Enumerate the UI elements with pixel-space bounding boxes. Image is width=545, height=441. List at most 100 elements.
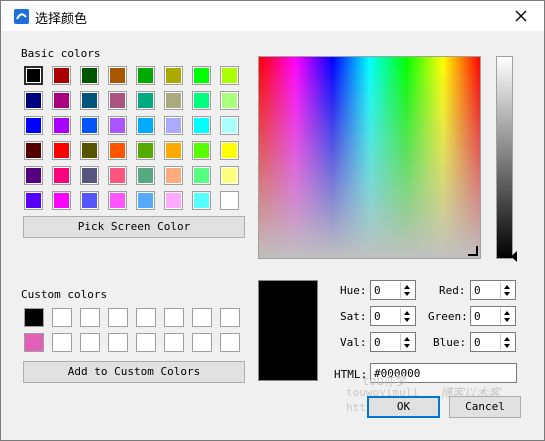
spin-up-icon[interactable] (404, 337, 410, 341)
basic-color-swatch[interactable] (192, 116, 211, 135)
green-label: Green: (428, 310, 468, 323)
basic-color-swatch[interactable] (24, 141, 43, 160)
basic-color-swatch[interactable] (108, 141, 127, 160)
custom-color-swatch[interactable] (108, 308, 128, 327)
basic-color-swatch[interactable] (108, 191, 127, 210)
hue-saturation-picker[interactable] (258, 56, 481, 259)
cancel-button[interactable]: Cancel (449, 396, 521, 418)
crosshair-icon[interactable] (466, 244, 480, 258)
slider-arrow-icon[interactable] (510, 251, 518, 262)
basic-color-swatch[interactable] (192, 91, 211, 110)
red-label: Red: (439, 284, 466, 297)
custom-color-swatch[interactable] (52, 333, 72, 352)
basic-color-swatch[interactable] (164, 191, 183, 210)
basic-color-swatch[interactable] (52, 66, 71, 85)
basic-color-swatch[interactable] (80, 141, 99, 160)
basic-color-swatch[interactable] (24, 116, 43, 135)
basic-color-swatch[interactable] (192, 141, 211, 160)
basic-color-swatch[interactable] (220, 166, 239, 185)
basic-color-swatch[interactable] (164, 166, 183, 185)
basic-color-swatch[interactable] (220, 191, 239, 210)
ok-button[interactable]: OK (367, 396, 440, 418)
pick-screen-color-button[interactable]: Pick Screen Color (23, 216, 245, 238)
basic-color-swatch[interactable] (80, 166, 99, 185)
basic-color-swatch[interactable] (52, 191, 71, 210)
basic-color-swatch[interactable] (80, 66, 99, 85)
spin-down-icon[interactable] (504, 318, 510, 322)
basic-color-swatch[interactable] (136, 166, 155, 185)
basic-colors-label: Basic colors (21, 47, 101, 60)
custom-color-swatch[interactable] (108, 333, 128, 352)
spin-down-icon[interactable] (504, 292, 510, 296)
basic-color-swatch[interactable] (52, 166, 71, 185)
custom-color-swatch[interactable] (220, 308, 240, 327)
basic-color-swatch[interactable] (108, 116, 127, 135)
custom-color-swatch[interactable] (52, 308, 72, 327)
custom-color-swatch[interactable] (136, 308, 156, 327)
spin-up-icon[interactable] (404, 311, 410, 315)
val-spinbox[interactable]: 0 (370, 332, 416, 352)
basic-color-swatch[interactable] (192, 66, 211, 85)
basic-color-swatch[interactable] (192, 191, 211, 210)
basic-color-swatch[interactable] (220, 141, 239, 160)
spin-up-icon[interactable] (504, 337, 510, 341)
basic-color-swatch[interactable] (164, 141, 183, 160)
basic-color-swatch[interactable] (24, 191, 43, 210)
basic-color-swatch[interactable] (220, 91, 239, 110)
sat-value: 0 (374, 310, 381, 323)
spin-down-icon[interactable] (404, 292, 410, 296)
basic-color-swatch[interactable] (52, 116, 71, 135)
red-spinbox[interactable]: 0 (470, 280, 516, 300)
basic-color-swatch[interactable] (52, 91, 71, 110)
custom-color-swatch[interactable] (136, 333, 156, 352)
basic-color-swatch[interactable] (80, 191, 99, 210)
basic-color-swatch[interactable] (24, 166, 43, 185)
spin-down-icon[interactable] (504, 344, 510, 348)
custom-color-swatch[interactable] (24, 333, 44, 352)
basic-color-swatch[interactable] (164, 66, 183, 85)
basic-color-swatch[interactable] (108, 91, 127, 110)
custom-color-swatch[interactable] (24, 308, 44, 327)
custom-color-swatch[interactable] (164, 333, 184, 352)
hue-spinbox[interactable]: 0 (370, 280, 416, 300)
custom-color-swatch[interactable] (80, 308, 100, 327)
spin-down-icon[interactable] (404, 344, 410, 348)
basic-color-swatch[interactable] (136, 66, 155, 85)
green-spinbox[interactable]: 0 (470, 306, 516, 326)
add-to-custom-colors-button[interactable]: Add to Custom Colors (23, 361, 245, 383)
value-slider[interactable] (496, 56, 513, 259)
custom-color-swatch[interactable] (192, 333, 212, 352)
spin-down-icon[interactable] (404, 318, 410, 322)
basic-color-swatch[interactable] (52, 141, 71, 160)
blue-value: 0 (474, 336, 481, 349)
blue-spinbox[interactable]: 0 (470, 332, 516, 352)
basic-color-swatch[interactable] (192, 166, 211, 185)
basic-color-swatch[interactable] (164, 91, 183, 110)
sat-spinbox[interactable]: 0 (370, 306, 416, 326)
basic-color-swatch[interactable] (108, 166, 127, 185)
basic-color-swatch[interactable] (108, 66, 127, 85)
close-icon[interactable] (512, 7, 530, 25)
custom-color-swatch[interactable] (80, 333, 100, 352)
blue-label: Blue: (433, 336, 467, 349)
basic-color-swatch[interactable] (136, 91, 155, 110)
app-icon (14, 9, 29, 24)
sat-label: Sat: (340, 310, 367, 323)
custom-color-swatch[interactable] (192, 308, 212, 327)
spin-up-icon[interactable] (504, 311, 510, 315)
basic-color-swatch[interactable] (24, 91, 43, 110)
basic-color-swatch[interactable] (136, 141, 155, 160)
basic-color-swatch[interactable] (164, 116, 183, 135)
basic-color-swatch[interactable] (80, 91, 99, 110)
custom-color-swatch[interactable] (164, 308, 184, 327)
custom-colors-label: Custom colors (21, 288, 108, 301)
basic-color-swatch[interactable] (80, 116, 99, 135)
basic-color-swatch[interactable] (136, 116, 155, 135)
custom-color-swatch[interactable] (220, 333, 240, 352)
spin-up-icon[interactable] (504, 285, 510, 289)
spin-up-icon[interactable] (404, 285, 410, 289)
basic-color-swatch[interactable] (220, 66, 239, 85)
basic-color-swatch[interactable] (24, 66, 43, 85)
basic-color-swatch[interactable] (136, 191, 155, 210)
basic-color-swatch[interactable] (220, 116, 239, 135)
